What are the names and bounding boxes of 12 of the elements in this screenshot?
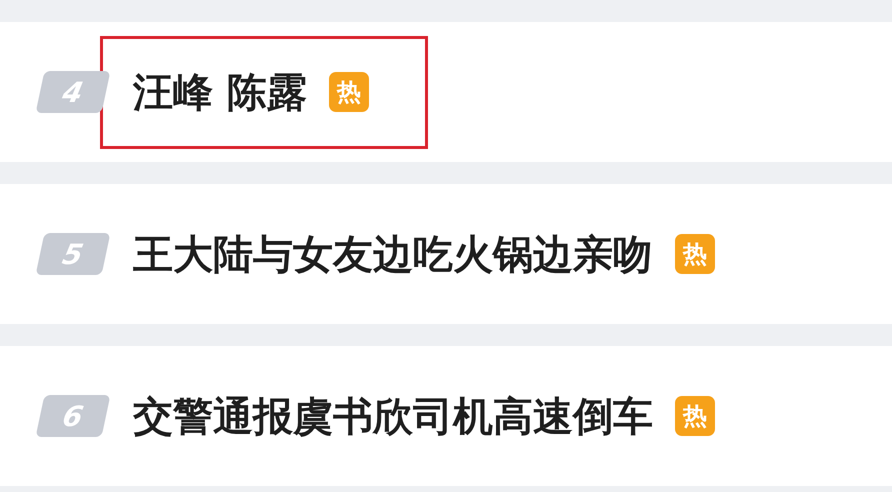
topic-title[interactable]: 汪峰 陈露 [133,64,307,120]
hot-badge: 热 [675,396,715,436]
rank-badge: 4 [36,71,110,113]
list-item-card[interactable]: 5 王大陆与女友边吃火锅边亲吻 热 [0,184,892,324]
list-item-card[interactable]: 6 交警通报虞书欣司机高速倒车 热 [0,346,892,486]
hot-badge: 热 [328,72,369,112]
rank-badge: 6 [36,395,110,437]
hot-badge: 热 [675,234,715,274]
rank-badge: 5 [36,233,110,275]
list-item-card[interactable]: 4 汪峰 陈露 热 [0,22,892,162]
topic-title[interactable]: 王大陆与女友边吃火锅边亲吻 [133,226,653,282]
topic-title[interactable]: 交警通报虞书欣司机高速倒车 [133,388,653,444]
